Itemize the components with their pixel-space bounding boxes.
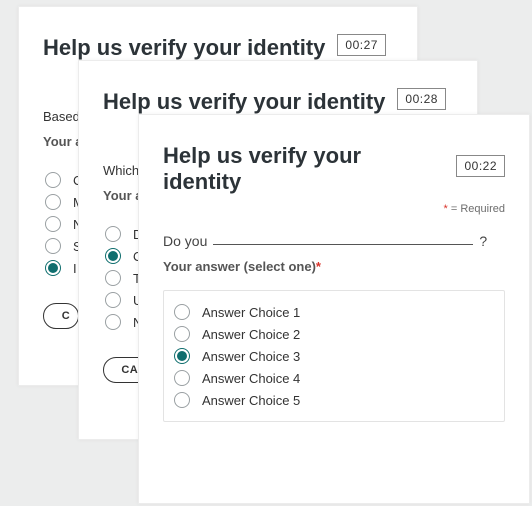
required-text: = Required (448, 203, 505, 215)
timer: 00:27 (337, 34, 386, 56)
radio-icon[interactable] (45, 238, 61, 254)
option-label: Answer Choice 1 (202, 305, 300, 320)
required-note: * = Required (163, 203, 505, 215)
option-label: Answer Choice 4 (202, 371, 300, 386)
required-star: * (316, 259, 321, 274)
panel-front: Help us verify your identity 00:22 * = R… (138, 114, 530, 504)
question-line: Do you ? (163, 233, 505, 249)
timer: 00:22 (456, 155, 505, 177)
radio-icon[interactable] (45, 194, 61, 210)
answer-instruction: Your answer (select one)* (163, 259, 505, 274)
answers-list: Answer Choice 1 Answer Choice 2 Answer C… (163, 290, 505, 422)
heading: Help us verify your identity (163, 143, 444, 195)
option-row[interactable]: Answer Choice 3 (172, 345, 496, 367)
question-prefix: Do you (163, 233, 207, 249)
option-label: Answer Choice 5 (202, 393, 300, 408)
radio-icon[interactable] (174, 348, 190, 364)
timer: 00:28 (397, 88, 446, 110)
radio-icon[interactable] (105, 314, 121, 330)
radio-icon[interactable] (105, 248, 121, 264)
cancel-button[interactable]: C (43, 303, 79, 329)
radio-icon[interactable] (174, 304, 190, 320)
radio-icon[interactable] (174, 326, 190, 342)
blank-line (213, 243, 473, 245)
option-label: Answer Choice 2 (202, 327, 300, 342)
radio-icon[interactable] (174, 370, 190, 386)
option-label: Answer Choice 3 (202, 349, 300, 364)
radio-icon[interactable] (105, 226, 121, 242)
option-row[interactable]: Answer Choice 4 (172, 367, 496, 389)
heading: Help us verify your identity (43, 35, 325, 61)
question-suffix: ? (479, 233, 487, 249)
stage: Help us verify your identity 00:27 * = R… (0, 0, 532, 506)
option-label: I (73, 261, 77, 276)
radio-icon[interactable] (105, 292, 121, 308)
radio-icon[interactable] (45, 216, 61, 232)
radio-icon[interactable] (174, 392, 190, 408)
answer-instruction-text: Your answer (select one) (163, 259, 316, 274)
radio-icon[interactable] (105, 270, 121, 286)
heading: Help us verify your identity (103, 89, 385, 115)
option-row[interactable]: Answer Choice 5 (172, 389, 496, 411)
radio-icon[interactable] (45, 172, 61, 188)
option-row[interactable]: Answer Choice 1 (172, 301, 496, 323)
option-row[interactable]: Answer Choice 2 (172, 323, 496, 345)
radio-icon[interactable] (45, 260, 61, 276)
